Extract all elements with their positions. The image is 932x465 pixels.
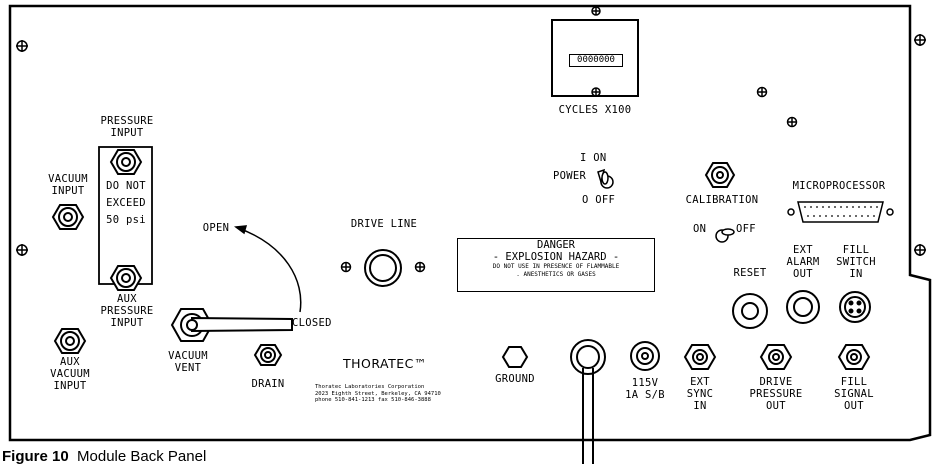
ext-alarm-out-label: EXT ALARM OUT: [786, 244, 820, 280]
danger-line-1: DO NOT USE IN PRESENCE OF FLAMMABLE: [492, 263, 620, 270]
vacuum-vent-label: VACUUM VENT: [168, 350, 208, 374]
reset-button-graphic: [732, 293, 768, 329]
ground-label: GROUND: [495, 373, 535, 385]
drive-line-label: DRIVE LINE: [350, 218, 418, 230]
drive-pressure-out-label: DRIVE PRESSURE OUT: [749, 376, 803, 412]
panel-outline: [8, 4, 932, 442]
thoratec-address: Thoratec Laboratories Corporation 2023 Ei…: [315, 384, 441, 403]
figure-caption: Figure 10 Module Back Panel: [2, 448, 206, 465]
figure-number: Figure 10: [2, 448, 69, 465]
pressure-input-fitting: [109, 149, 143, 175]
drain-fitting: [253, 344, 283, 366]
aux-vacuum-input-fitting: [53, 328, 87, 354]
drive-pressure-out-fitting: [759, 344, 793, 370]
fill-signal-out-label: FILL SIGNAL OUT: [834, 376, 874, 412]
fill-switch-in-connector: [839, 291, 871, 323]
fill-signal-out-fitting: [837, 344, 871, 370]
danger-title: DANGER: [537, 239, 575, 251]
microprocessor-label: MICROPROCESSOR: [792, 180, 886, 192]
closed-label: CLOSED: [292, 317, 332, 329]
vacuum-input-fitting: [51, 204, 85, 230]
open-label: OPEN: [202, 222, 230, 234]
vacuum-vent-valve: [170, 308, 293, 342]
ext-alarm-out-jack: [786, 290, 820, 324]
ground-fitting: [501, 346, 529, 368]
screw-icon: [591, 6, 601, 16]
microprocessor-db25-connector: [787, 201, 894, 223]
vacuum-input-label: VACUUM INPUT: [48, 173, 88, 197]
screw-icon: [914, 34, 926, 46]
power-label: POWER: [553, 170, 587, 182]
danger-line-2: . ANESTHETICS OR GASES: [516, 271, 596, 278]
drain-label: DRAIN: [251, 378, 285, 390]
power-on-label: I ON: [580, 152, 607, 164]
cycles-label: CYCLES X100: [558, 104, 632, 116]
screw-icon: [591, 87, 601, 97]
screw-icon: [16, 40, 28, 52]
drive-line-connector: [364, 249, 402, 287]
cycle-counter-display: 0000000: [569, 54, 623, 67]
fill-switch-in-label: FILL SWITCH IN: [836, 244, 876, 280]
figure-title: Module Back Panel: [77, 448, 207, 465]
aux-vacuum-input-label: AUX VACUUM INPUT: [50, 356, 90, 392]
pressure-input-label: PRESSURE INPUT: [100, 115, 154, 139]
screw-icon: [786, 116, 798, 128]
screw-icon: [340, 261, 352, 273]
screw-icon: [414, 261, 426, 273]
calibration-toggle-switch: [715, 228, 735, 243]
module-back-panel-page: { "caption": { "label": "Figure 10", "te…: [0, 0, 932, 465]
calibration-label: CALIBRATION: [685, 194, 759, 206]
power-toggle-switch: [597, 168, 614, 189]
open-arrow: [234, 225, 302, 313]
calibration-on-label: ON: [693, 223, 707, 235]
screw-icon: [914, 244, 926, 256]
fuse-holder: [630, 341, 660, 371]
ext-sync-in-label: EXT SYNC IN: [686, 376, 714, 412]
danger-hazard: - EXPLOSION HAZARD -: [492, 251, 620, 263]
ext-sync-in-fitting: [683, 344, 717, 370]
screw-icon: [16, 244, 28, 256]
drive-line-hose: [570, 339, 606, 464]
screw-icon: [756, 86, 768, 98]
fuse-label: 115V 1A S/B: [625, 377, 665, 401]
aux-pressure-input-fitting: [109, 265, 143, 291]
thoratec-logo-text: THORATEC™: [343, 356, 427, 371]
aux-pressure-input-label: AUX PRESSURE INPUT: [100, 293, 154, 329]
do-not-exceed-label: DO NOT EXCEED 50 psi: [106, 180, 146, 226]
danger-warning-plate: DANGER - EXPLOSION HAZARD - DO NOT USE I…: [457, 238, 655, 292]
power-off-label: O OFF: [582, 194, 616, 206]
calibration-port: [704, 162, 736, 188]
calibration-off-label: OFF: [736, 223, 756, 235]
reset-label: RESET: [733, 267, 767, 279]
